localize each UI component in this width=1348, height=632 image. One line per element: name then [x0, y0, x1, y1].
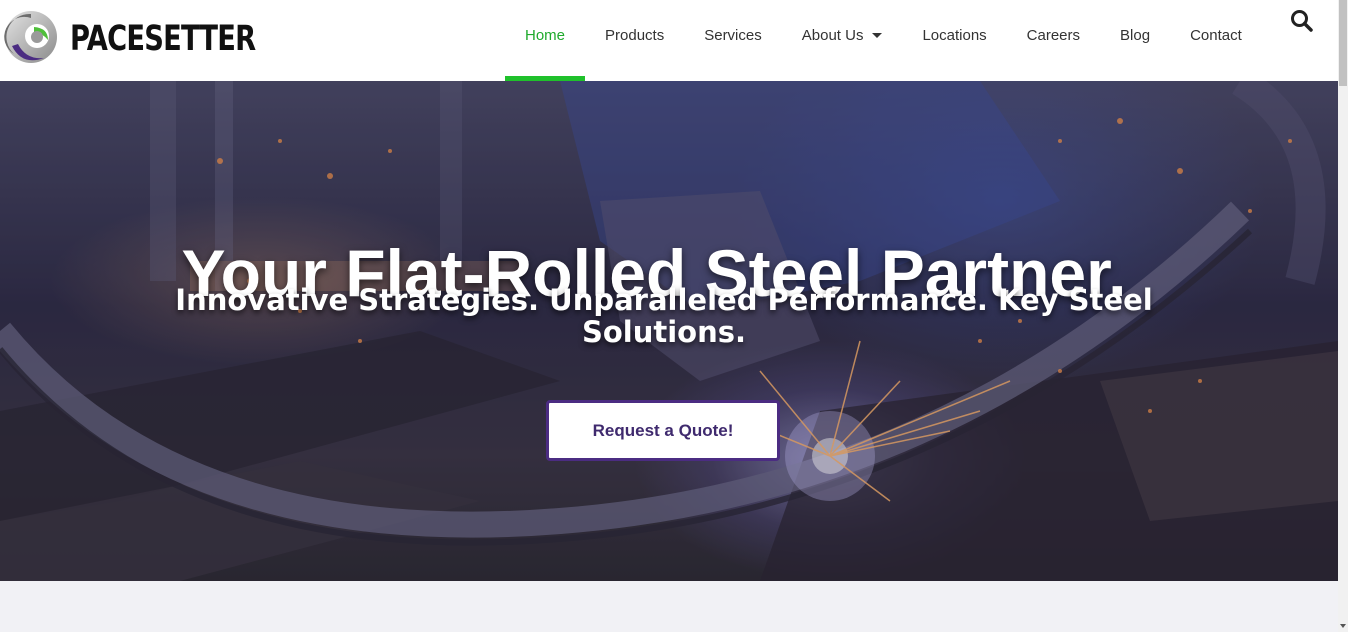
scroll-down-arrow-icon[interactable]	[1340, 624, 1346, 628]
nav-item-locations[interactable]: Locations	[902, 0, 1006, 81]
nav-item-services[interactable]: Services	[684, 0, 782, 81]
nav-item-label: Services	[704, 27, 762, 44]
nav-item-contact[interactable]: Contact	[1170, 0, 1262, 81]
nav-item-label: Home	[525, 27, 566, 44]
caret-down-icon	[872, 33, 883, 38]
nav-item-products[interactable]: Products	[585, 0, 684, 81]
nav-item-label: Locations	[922, 27, 987, 44]
request-quote-button[interactable]: Request a Quote!	[546, 400, 780, 461]
main-nav: Home Products Services About Us Location…	[505, 0, 1262, 81]
nav-item-blog[interactable]: Blog	[1100, 0, 1170, 81]
hero-banner: Your Flat-Rolled Steel Partner. Innovati…	[0, 81, 1338, 581]
site-header: PACESETTER Home Products Services About …	[0, 0, 1338, 81]
nav-item-about-us[interactable]: About Us	[782, 0, 903, 81]
nav-item-home[interactable]: Home	[505, 0, 586, 81]
scrollbar[interactable]	[1338, 0, 1348, 632]
search-icon[interactable]	[1289, 8, 1315, 34]
scrollbar-thumb[interactable]	[1339, 0, 1347, 86]
brand-name: PACESETTER	[70, 19, 256, 59]
nav-item-careers[interactable]: Careers	[1007, 0, 1100, 81]
nav-item-label: Blog	[1120, 27, 1151, 44]
nav-item-label: Products	[605, 27, 665, 44]
nav-item-label: About Us	[801, 27, 864, 44]
page: PACESETTER Home Products Services About …	[0, 0, 1338, 632]
brand-logo[interactable]: PACESETTER	[4, 8, 256, 64]
pacesetter-logo-icon	[4, 11, 57, 63]
hero-subtitle: Innovative Strategies. Unparalleled Perf…	[175, 283, 1153, 349]
content-section	[0, 581, 1338, 632]
nav-item-label: Careers	[1026, 27, 1081, 44]
nav-item-label: Contact	[1190, 27, 1242, 44]
